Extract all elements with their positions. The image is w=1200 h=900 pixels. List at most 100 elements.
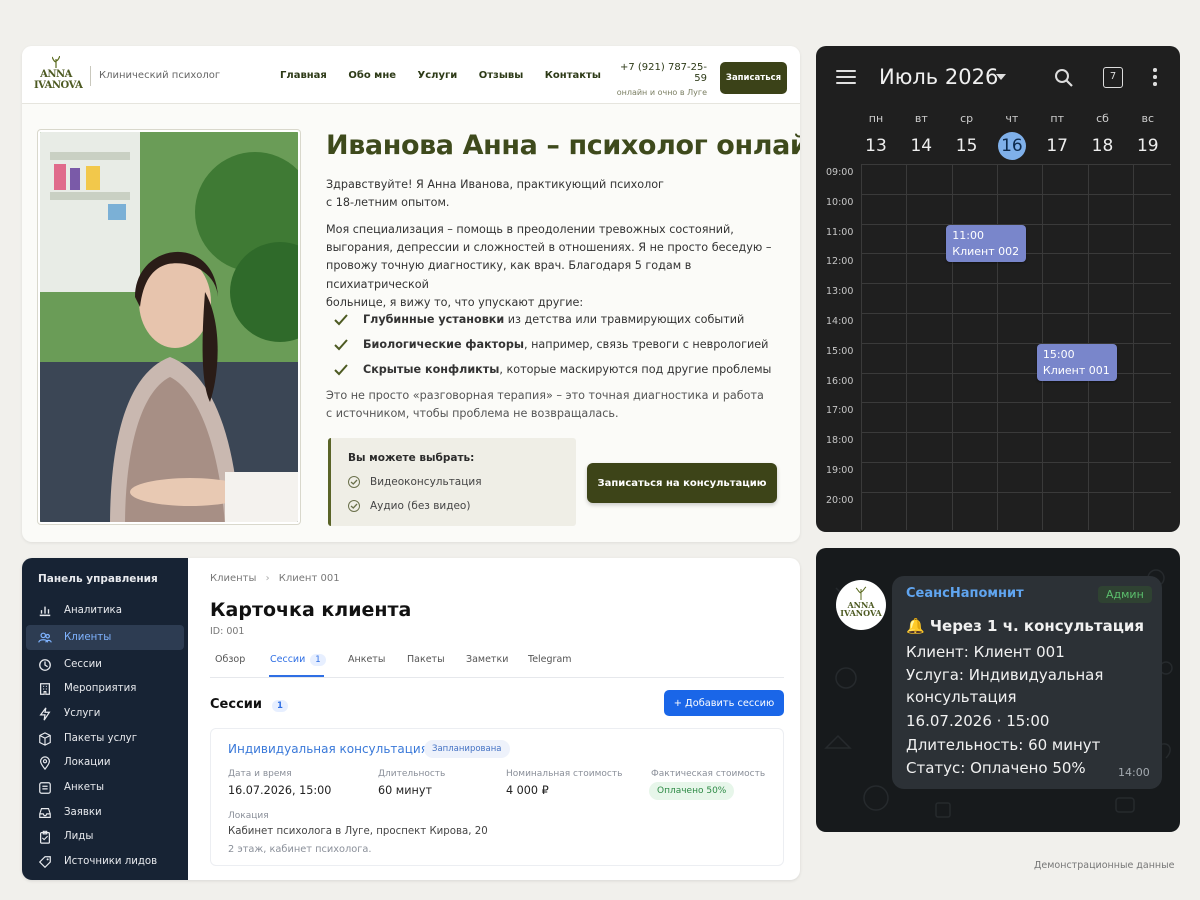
tab-forms[interactable]: Анкеты: [348, 654, 385, 665]
hour-label: 17:00: [826, 405, 854, 417]
check-circle-icon: [348, 476, 360, 488]
nav-link-reviews[interactable]: Отзывы: [479, 70, 524, 81]
bullet-bold: Скрытые конфликты: [363, 363, 500, 376]
tab-sessions[interactable]: Сессии 1: [270, 654, 326, 666]
day-number[interactable]: 13: [862, 132, 890, 160]
note-text: Это не просто «разговорная терапия» – эт…: [326, 387, 796, 423]
breadcrumb-item[interactable]: Клиенты: [210, 573, 256, 584]
week-days-row: пн 13 вт 14 ср 15 чт 16 пт 17 сб 18 вс 19: [853, 112, 1177, 168]
psychologist-photo: [38, 130, 300, 524]
day-column-header[interactable]: ср 15: [944, 112, 990, 160]
option-audio: Аудио (без видео): [348, 500, 470, 512]
phone-number[interactable]: +7 (921) 787-25-59: [612, 62, 707, 84]
sidebar-item-label: Лиды: [64, 831, 94, 842]
website-card: ANNA IVANOVA Клинический психолог Главна…: [22, 46, 800, 542]
tab-count-badge: 1: [310, 654, 326, 666]
chevron-down-icon[interactable]: [996, 74, 1006, 80]
sidebar: Панель управления Аналитика Клиенты Сессии…: [22, 558, 188, 880]
sidebar-item-label: Заявки: [64, 807, 102, 818]
sidebar-item[interactable]: Сессии: [26, 652, 184, 677]
day-number[interactable]: 17: [1043, 132, 1071, 160]
location-note: 2 этаж, кабинет психолога.: [228, 844, 372, 855]
day-column-header[interactable]: пт 17: [1034, 112, 1080, 160]
sidebar-item-label: Услуги: [64, 708, 101, 719]
building-icon: [38, 682, 52, 696]
sidebar-title: Панель управления: [38, 573, 158, 585]
client-id: ID: 001: [210, 626, 245, 637]
day-column-header[interactable]: вт 14: [898, 112, 944, 160]
duration-label: Длительность: [378, 769, 446, 779]
calendar-header: Июль 2026 7: [816, 46, 1180, 106]
day-number[interactable]: 15: [953, 132, 981, 160]
sidebar-item[interactable]: Пакеты услуг: [26, 726, 184, 751]
day-number[interactable]: 18: [1089, 132, 1117, 160]
day-number[interactable]: 19: [1134, 132, 1162, 160]
menu-icon[interactable]: [836, 70, 856, 84]
calendar-event[interactable]: 11:00 Клиент 002: [946, 224, 1027, 262]
nav-link-contacts[interactable]: Контакты: [545, 70, 601, 81]
payment-status-badge: Оплачено 50%: [649, 782, 735, 800]
sidebar-item[interactable]: Анкеты: [26, 775, 184, 800]
hour-gridline: [861, 193, 1171, 195]
sidebar-item[interactable]: Мероприятия: [26, 676, 184, 701]
day-gridline: [996, 164, 998, 530]
site-nav: Главная Обо мне Услуги Отзывы Контакты: [280, 70, 619, 81]
book-consultation-button[interactable]: Записаться на консультацию: [587, 463, 777, 503]
day-column-header[interactable]: вс 19: [1125, 112, 1171, 160]
sidebar-item[interactable]: Источники лидов: [26, 849, 184, 874]
sidebar-item[interactable]: Клиенты: [26, 625, 184, 650]
status-badge: Запланирована: [424, 740, 510, 758]
hour-gridline: [861, 313, 1171, 314]
sidebar-item[interactable]: Заявки: [26, 800, 184, 825]
list-item: Глубинные установки из детства или травм…: [334, 307, 771, 332]
hour-label: 10:00: [826, 196, 854, 208]
add-session-button[interactable]: + Добавить сессию: [664, 690, 784, 716]
nav-link-services[interactable]: Услуги: [418, 70, 458, 81]
nav-signup-button[interactable]: Записаться: [720, 62, 787, 94]
hour-gridline: [861, 432, 1171, 434]
demo-data-note: Демонстрационные данные: [1034, 860, 1175, 871]
bot-name[interactable]: СеансНапомнит: [906, 586, 1024, 601]
bullet-rest: , которые маскируются под другие проблем…: [499, 363, 772, 376]
hour-gridline: [861, 283, 1171, 285]
nav-link-about[interactable]: Обо мне: [348, 70, 396, 81]
bullet-bold: Глубинные установки: [363, 313, 505, 326]
checkmark-icon: [334, 363, 348, 375]
search-icon[interactable]: [1054, 68, 1074, 88]
date-value: 16.07.2026, 15:00: [228, 784, 332, 797]
bot-avatar[interactable]: ANNA IVANOVA: [836, 580, 886, 630]
calendar-event[interactable]: 15:00 Клиент 001: [1036, 343, 1117, 381]
sidebar-item[interactable]: Лиды: [26, 824, 184, 849]
chevron-right-icon: ›: [265, 573, 270, 584]
day-column-header[interactable]: сб 18: [1080, 112, 1126, 160]
sidebar-item-label: Сессии: [64, 659, 102, 670]
list-item: Скрытые конфликты, которые маскируются п…: [334, 357, 771, 382]
session-name[interactable]: Индивидуальная консультация: [228, 742, 428, 756]
tab-telegram[interactable]: Telegram: [528, 654, 572, 665]
tab-notes[interactable]: Заметки: [466, 654, 508, 665]
sidebar-item[interactable]: Локации: [26, 750, 184, 775]
site-logo[interactable]: ANNA IVANOVA: [34, 56, 83, 94]
weekday-name: вт: [914, 112, 928, 125]
pin-icon: [38, 755, 52, 770]
sidebar-item[interactable]: Услуги: [26, 701, 184, 726]
day-number[interactable]: 16: [997, 132, 1026, 160]
avatar-logo-line-2: IVANOVA: [840, 608, 882, 618]
today-icon[interactable]: 7: [1103, 67, 1123, 88]
nav-link-home[interactable]: Главная: [280, 70, 327, 81]
tab-overview[interactable]: Обзор: [215, 654, 245, 665]
site-subtitle: Клинический психолог: [90, 66, 220, 86]
box-icon: [38, 731, 52, 746]
more-vertical-icon[interactable]: [1153, 68, 1157, 86]
hour-label: 20:00: [826, 494, 854, 506]
time-grid: 09:00 10:00 11:00 12:00 13:00 14:00 15:00 16:00…: [826, 164, 1178, 530]
session-card[interactable]: Индивидуальная консультация Запланирован…: [210, 728, 784, 866]
day-number[interactable]: 14: [907, 132, 935, 160]
hour-label: 18:00: [826, 435, 854, 447]
date-label: Дата и время: [228, 769, 292, 779]
month-title[interactable]: Июль 2026: [879, 65, 998, 89]
tab-packages[interactable]: Пакеты: [407, 654, 445, 665]
sidebar-item[interactable]: Аналитика: [26, 598, 184, 623]
day-column-header[interactable]: пн 13: [853, 112, 899, 160]
day-column-header[interactable]: чт 16: [989, 112, 1035, 160]
